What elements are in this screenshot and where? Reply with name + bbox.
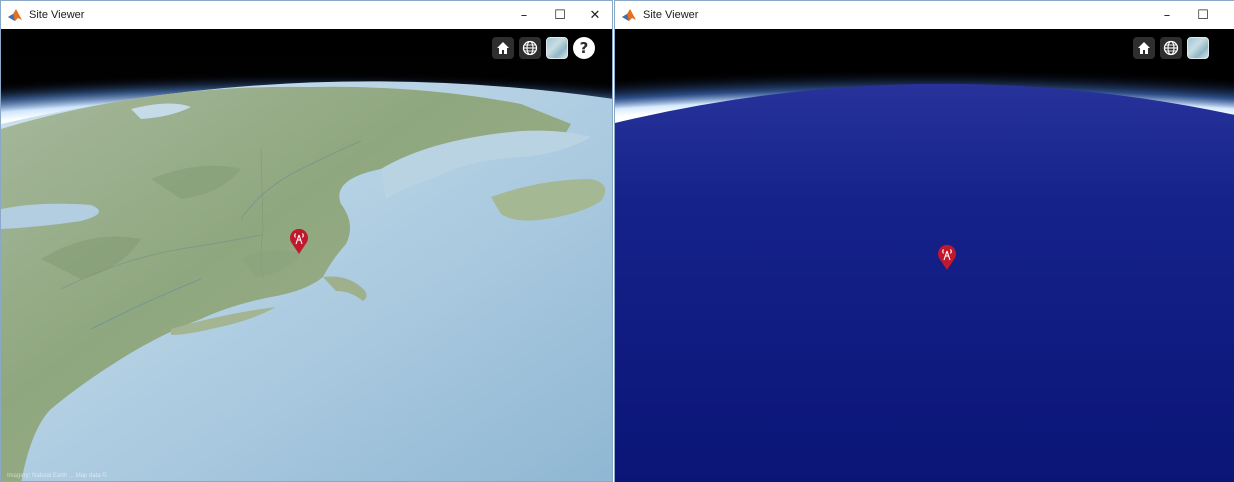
globe-ocean-view [615, 29, 1234, 482]
home-button[interactable] [1133, 37, 1155, 59]
basemap-picker-button[interactable] [1187, 37, 1209, 59]
maximize-button[interactable]: ☐ [1185, 1, 1221, 29]
globe-terrain-view [1, 29, 612, 481]
home-button[interactable] [492, 37, 514, 59]
matlab-logo-icon [622, 9, 636, 21]
home-icon [497, 42, 509, 54]
window-title: Site Viewer [29, 9, 85, 21]
globe-icon [1163, 40, 1179, 56]
map-toolbar: ? [492, 37, 595, 59]
help-button[interactable]: ? [573, 37, 595, 59]
globe-icon [522, 40, 538, 56]
home-icon [1138, 42, 1150, 54]
basemap-picker-button[interactable] [546, 37, 568, 59]
maximize-button[interactable]: ☐ [542, 1, 578, 29]
antenna-site-marker[interactable] [936, 243, 958, 271]
antenna-site-marker[interactable] [288, 227, 310, 255]
window-title: Site Viewer [643, 9, 699, 21]
map-attribution: Imagery: Natural Earth ... Map data © [7, 473, 107, 479]
title-bar[interactable]: Site Viewer – ☐ ✕ [1, 1, 612, 29]
site-viewer-window-right: Site Viewer – ☐ [614, 0, 1234, 482]
globe-view-button[interactable] [1160, 37, 1182, 59]
globe-view-button[interactable] [519, 37, 541, 59]
minimize-button[interactable]: – [506, 1, 542, 29]
title-bar[interactable]: Site Viewer – ☐ [615, 1, 1234, 29]
site-viewer-window-left: Site Viewer – ☐ ✕ ? Imagery: Natural Ear… [0, 0, 613, 482]
map-toolbar [1133, 37, 1209, 59]
close-button[interactable]: ✕ [577, 1, 612, 29]
globe-viewport[interactable]: ? Imagery: Natural Earth ... Map data © [1, 29, 612, 481]
matlab-logo-icon [8, 9, 22, 21]
globe-viewport[interactable] [615, 29, 1234, 482]
minimize-button[interactable]: – [1149, 1, 1185, 29]
